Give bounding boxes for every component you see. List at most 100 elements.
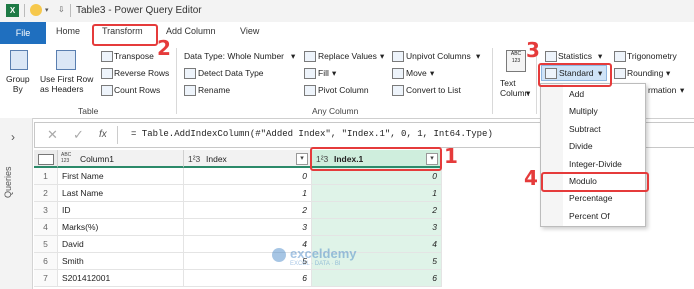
information-button[interactable]: rmation [648, 85, 676, 95]
unpivot-dropdown-icon[interactable]: ▾ [476, 51, 480, 62]
move-dropdown-icon[interactable]: ▾ [430, 68, 434, 79]
cell-index[interactable]: 2 [184, 202, 312, 219]
callout-4: 4 [524, 166, 538, 190]
menu-item-divide[interactable]: Divide [569, 141, 593, 151]
cell-column1[interactable]: ID [58, 202, 184, 219]
fill-dropdown-icon[interactable]: ▾ [332, 68, 336, 79]
tab-file[interactable]: File [0, 22, 46, 44]
trigonometry-icon [614, 51, 626, 62]
cancel-icon[interactable]: ✕ [47, 127, 58, 143]
cell-column1[interactable]: Last Name [58, 185, 184, 202]
group-by-button[interactable]: Group By [4, 48, 34, 102]
row-number[interactable]: 5 [34, 236, 58, 253]
use-first-row-label: Use First Row as Headers [40, 74, 94, 94]
move-button[interactable]: Move [406, 68, 427, 78]
group-by-icon [10, 50, 28, 70]
trigonometry-button[interactable]: Trigonometry [627, 51, 677, 61]
menu-item-subtract[interactable]: Subtract [569, 124, 601, 134]
quick-access-customize-icon[interactable]: ⇩ [58, 5, 65, 14]
information-dropdown-icon[interactable]: ▾ [680, 85, 684, 96]
menu-item-percent-of[interactable]: Percent Of [569, 211, 610, 221]
replace-values-icon [304, 51, 316, 62]
statistics-dropdown-icon[interactable]: ▾ [598, 51, 602, 62]
formula-text[interactable]: = Table.AddIndexColumn(#"Added Index", "… [131, 129, 493, 139]
unpivot-columns-icon [392, 51, 404, 62]
excel-logo-icon: X [6, 4, 19, 17]
transpose-button[interactable]: Transpose [114, 51, 154, 61]
cell-column1[interactable]: Marks(%) [58, 219, 184, 236]
cell-index[interactable]: 0 [184, 168, 312, 185]
cell-index1[interactable]: 3 [312, 219, 442, 236]
rename-icon [184, 85, 196, 96]
table-icon [38, 154, 54, 165]
row-number[interactable]: 7 [34, 270, 58, 287]
unpivot-columns-button[interactable]: Unpivot Columns [406, 51, 471, 61]
separator-icon [24, 4, 25, 17]
cell-index[interactable]: 1 [184, 185, 312, 202]
menu-item-integer-divide[interactable]: Integer-Divide [569, 159, 622, 169]
replace-values-button[interactable]: Replace Values [318, 51, 377, 61]
convert-to-list-button[interactable]: Convert to List [406, 85, 461, 95]
rounding-dropdown-icon[interactable]: ▾ [666, 68, 670, 79]
menu-item-add[interactable]: Add [569, 89, 584, 99]
row-number[interactable]: 2 [34, 185, 58, 202]
column-header-index[interactable]: 1²3 Index ▾ [184, 150, 312, 168]
cell-index1[interactable]: 6 [312, 270, 442, 287]
expand-pane-icon[interactable]: › [11, 130, 15, 144]
rounding-button[interactable]: Rounding [627, 68, 663, 78]
cell-index1[interactable]: 1 [312, 185, 442, 202]
dropdown-arrow-icon[interactable]: ▾ [291, 51, 295, 62]
tab-home[interactable]: Home [56, 26, 80, 36]
exceldemy-logo-icon [272, 248, 286, 262]
separator-icon [70, 4, 71, 17]
title-bar: X ▾ ⇩ Table3 - Power Query Editor [0, 0, 694, 23]
cell-index1[interactable]: 2 [312, 202, 442, 219]
column-header-column1[interactable]: ABC123 Column1 ▾ [58, 150, 206, 168]
statistics-button[interactable]: Statistics [558, 51, 592, 61]
rename-button[interactable]: Rename [198, 85, 230, 95]
cell-column1[interactable]: First Name [58, 168, 184, 185]
reverse-rows-button[interactable]: Reverse Rows [114, 68, 169, 78]
table-group-label: Table [78, 106, 99, 116]
smiley-icon[interactable] [30, 4, 42, 16]
tab-add-column[interactable]: Add Column [166, 26, 216, 36]
text-column-dropdown-icon[interactable]: ▾ [526, 88, 530, 99]
row-number[interactable]: 6 [34, 253, 58, 270]
dropdown-arrow-icon[interactable]: ▾ [45, 6, 49, 14]
type-whole-number-icon: 1²3 [188, 154, 201, 164]
detect-data-type-icon [184, 68, 196, 79]
cell-column1[interactable]: S201412001 [58, 270, 184, 287]
highlight-standard-button [538, 63, 612, 87]
menu-item-percentage[interactable]: Percentage [569, 193, 612, 203]
highlight-index1-header [310, 147, 442, 171]
text-abc-icon: ABC 123 [506, 50, 526, 72]
statistics-icon [545, 51, 557, 62]
column-header-label: Index [206, 154, 227, 164]
separator [492, 48, 493, 114]
detect-data-type-button[interactable]: Detect Data Type [198, 68, 264, 78]
pivot-column-button[interactable]: Pivot Column [318, 85, 369, 95]
row-number[interactable]: 1 [34, 168, 58, 185]
cell-index[interactable]: 3 [184, 219, 312, 236]
menu-icon-gutter [541, 84, 563, 226]
count-rows-button[interactable]: Count Rows [114, 85, 160, 95]
tab-view[interactable]: View [240, 26, 259, 36]
fill-button[interactable]: Fill [318, 68, 329, 78]
group-by-label: Group By [6, 74, 30, 94]
cell-column1[interactable]: David [58, 236, 184, 253]
cell-column1[interactable]: Smith [58, 253, 184, 270]
cell-index[interactable]: 6 [184, 270, 312, 287]
select-all-corner[interactable] [34, 150, 58, 168]
row-number[interactable]: 4 [34, 219, 58, 236]
filter-dropdown-icon[interactable]: ▾ [296, 153, 308, 165]
confirm-icon[interactable]: ✓ [73, 127, 84, 143]
replace-values-dropdown-icon[interactable]: ▾ [380, 51, 384, 62]
fx-icon[interactable]: fx [99, 129, 107, 140]
fill-icon [304, 68, 316, 79]
menu-item-multiply[interactable]: Multiply [569, 106, 598, 116]
callout-2: 2 [157, 36, 171, 60]
use-first-row-button[interactable]: Use First Row as Headers [38, 48, 96, 102]
row-number[interactable]: 3 [34, 202, 58, 219]
data-type-dropdown[interactable]: Data Type: Whole Number [184, 51, 284, 61]
callout-1: 1 [444, 144, 458, 168]
